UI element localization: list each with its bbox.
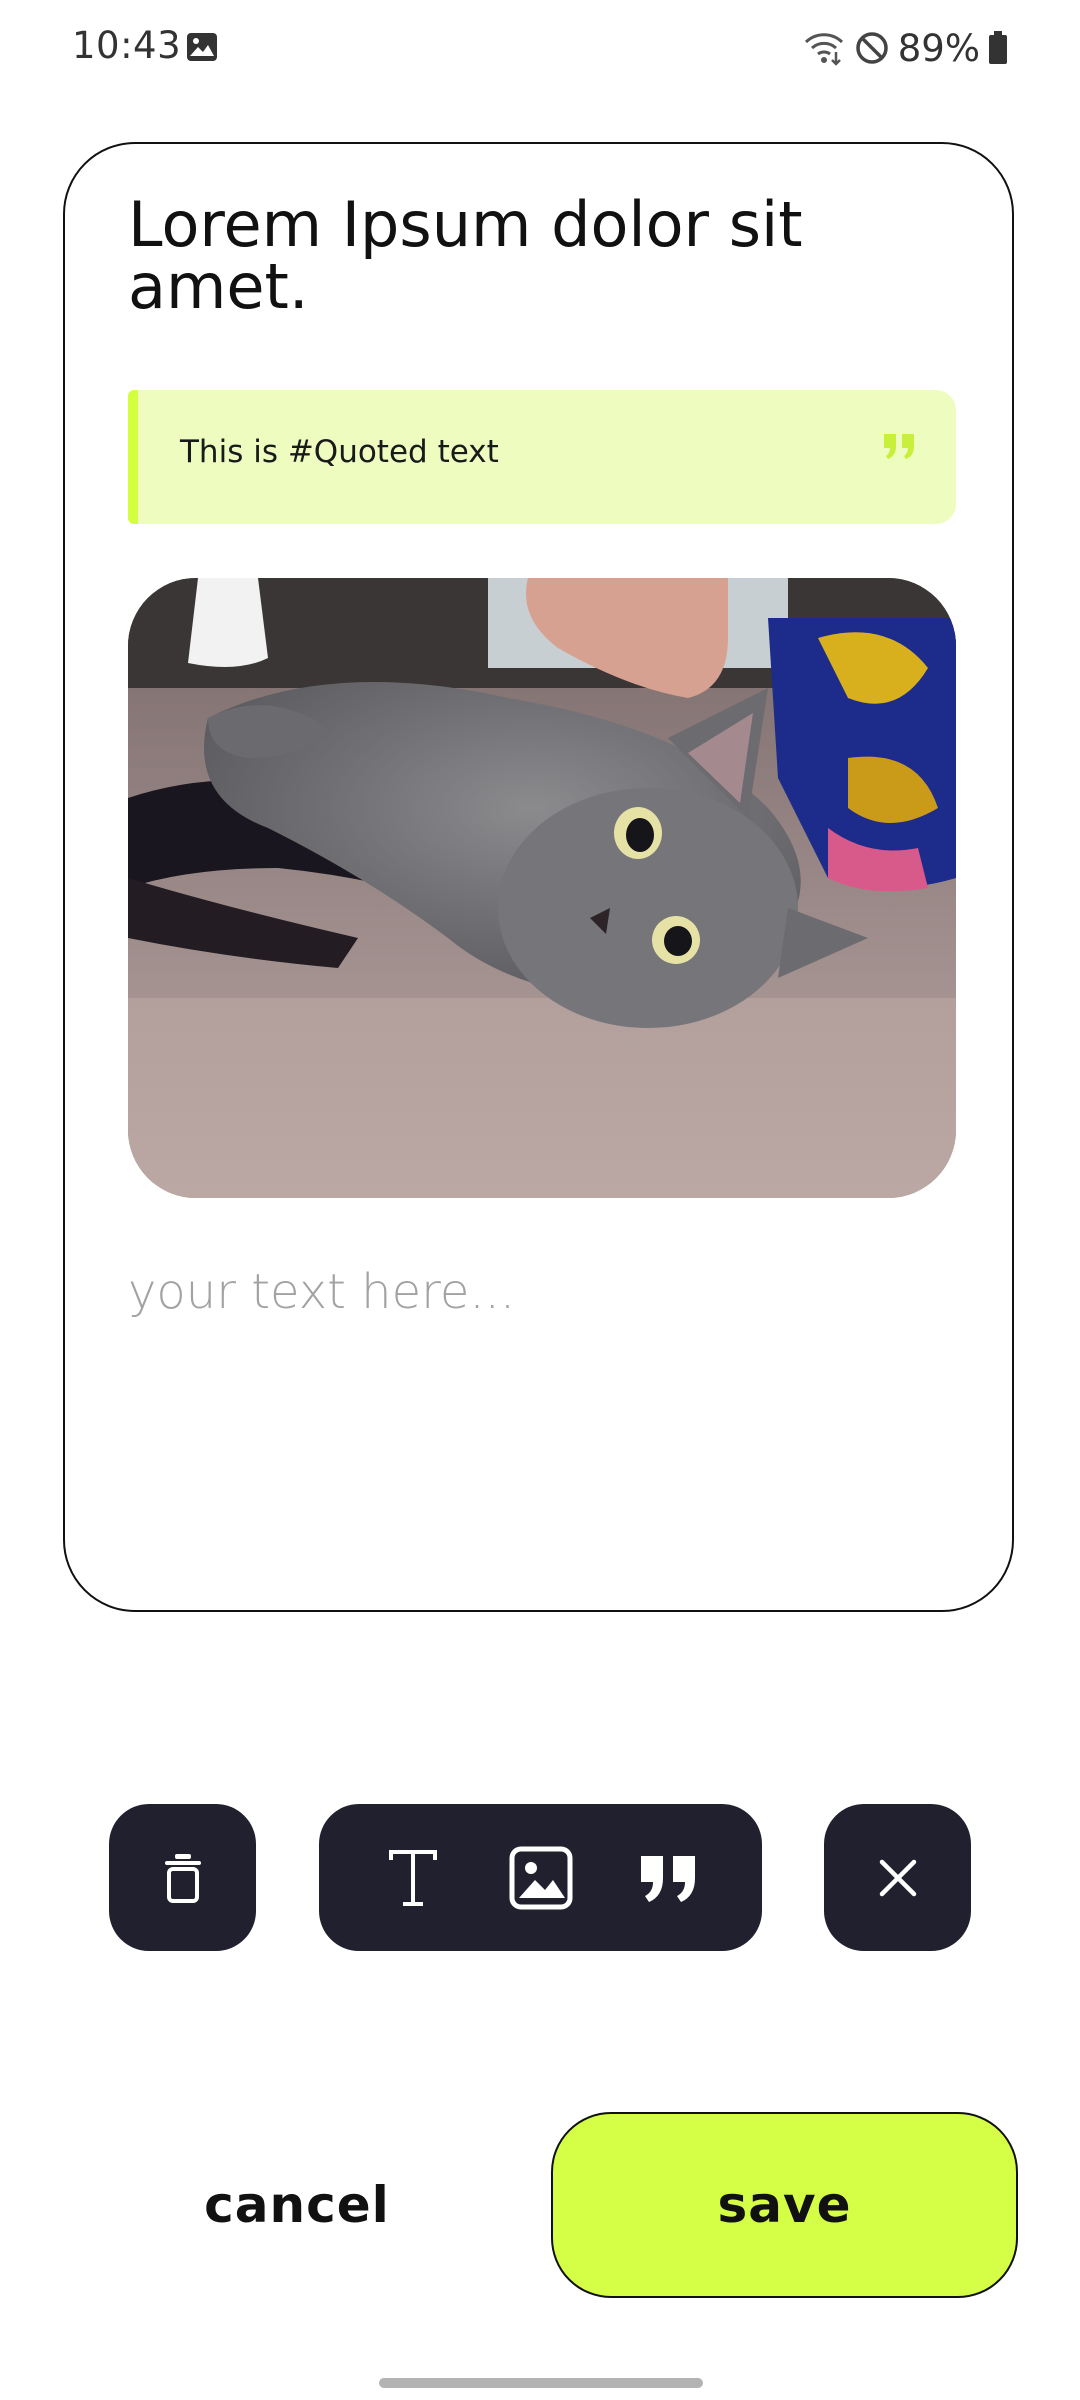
status-icons: 89%: [802, 24, 1008, 72]
trash-icon: [164, 1853, 201, 1903]
quote-block[interactable]: This is #Quoted text: [128, 390, 956, 524]
battery-icon: [989, 31, 1007, 64]
wifi-icon: [804, 33, 843, 66]
note-body-input[interactable]: [128, 1262, 956, 1552]
image-icon: [187, 33, 217, 61]
quote-text: This is #Quoted text: [180, 434, 499, 470]
battery-percentage: 89%: [897, 26, 980, 70]
save-button[interactable]: save: [551, 2112, 1018, 2298]
status-bar: 10:43 89%: [0, 0, 1080, 96]
cat-photo-illustration: [128, 578, 956, 1198]
add-quote-button[interactable]: [636, 1845, 702, 1911]
add-image-button[interactable]: [508, 1845, 574, 1911]
home-indicator[interactable]: [379, 2378, 703, 2388]
note-card: Lorem Ipsum dolor sit amet. This is #Quo…: [63, 142, 1014, 1612]
image-icon: [509, 1846, 572, 1909]
quote-mark-icon: [884, 434, 914, 459]
close-button[interactable]: [824, 1804, 971, 1951]
status-time: 10:43: [72, 24, 182, 67]
cancel-button[interactable]: cancel: [120, 2112, 474, 2298]
insert-toolbar: [319, 1804, 762, 1951]
delete-button[interactable]: [109, 1804, 256, 1951]
text-icon: [388, 1849, 437, 1906]
close-icon: [879, 1859, 916, 1896]
cat-photo[interactable]: [128, 578, 956, 1198]
quote-icon: [640, 1855, 695, 1902]
note-title[interactable]: Lorem Ipsum dolor sit amet.: [128, 194, 948, 318]
do-not-disturb-icon: [856, 32, 888, 64]
add-text-button[interactable]: [380, 1845, 446, 1911]
